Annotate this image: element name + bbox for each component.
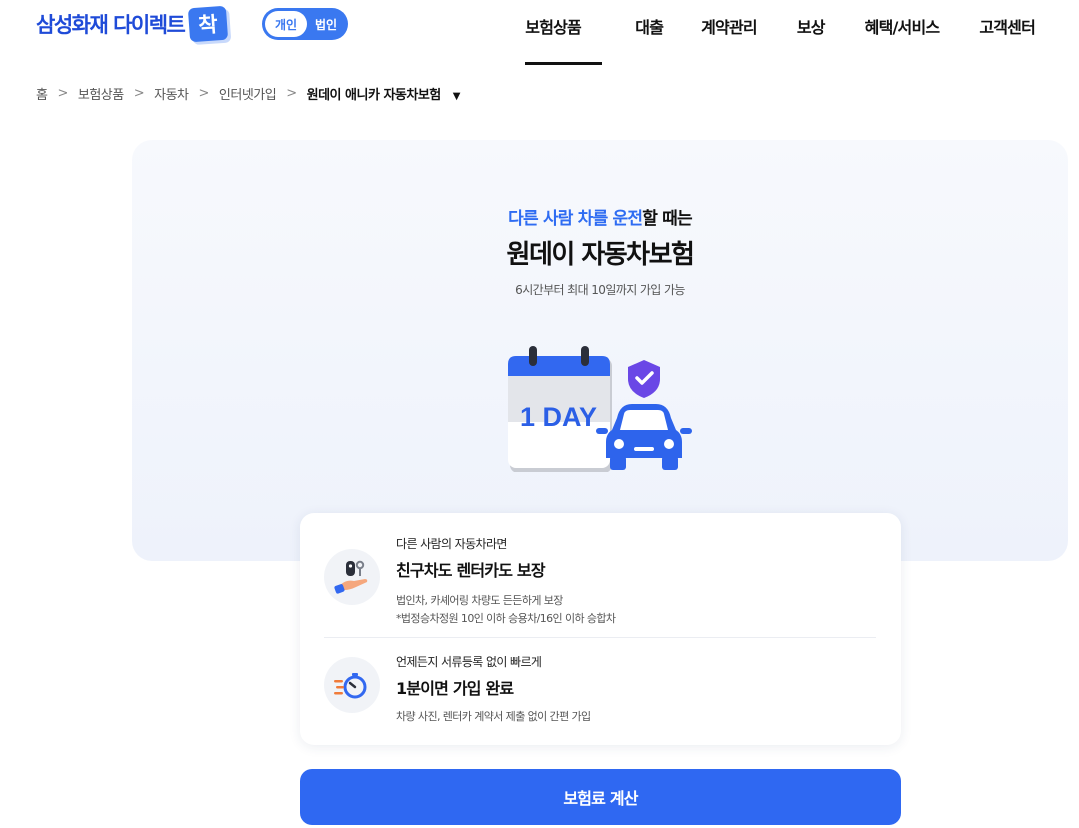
feature-caption: 다른 사람의 자동차라면 xyxy=(396,537,507,551)
page: 삼성화재 다이렉트 착 개인 법인 보험상품 대출 계약관리 보상 혜택/서비스… xyxy=(0,0,1079,828)
nav-customer-center[interactable]: 고객센터 xyxy=(979,0,1035,66)
one-day-calendar-car-illustration: 1 DAY xyxy=(508,346,692,472)
breadcrumb-separator: > xyxy=(133,86,145,101)
feature-text: 언제든지 서류등록 없이 빠르게 1분이면 가입 완료 차량 사진, 렌터카 계… xyxy=(396,653,591,726)
site-logo[interactable]: 삼성화재 다이렉트 착 xyxy=(36,5,229,43)
feature-item: 다른 사람의 자동차라면 친구차도 렌터카도 보장 법인차, 카셰어링 차량도 … xyxy=(324,535,876,638)
nav-benefits-services[interactable]: 혜택/서비스 xyxy=(865,0,940,66)
breadcrumb-insurance-products[interactable]: 보험상품 xyxy=(78,84,124,103)
breadcrumb-current[interactable]: 원데이 애니카 자동차보험 ▼ xyxy=(306,84,461,103)
breadcrumb-online-signup[interactable]: 인터넷가입 xyxy=(219,84,277,103)
feature-note: *법정승차정원 10인 이하 승용차/16인 이하 승합차 xyxy=(396,612,616,625)
breadcrumb-home[interactable]: 홈 xyxy=(36,84,48,103)
customer-type-toggle[interactable]: 개인 법인 xyxy=(262,8,348,40)
breadcrumb-separator: > xyxy=(57,86,68,101)
toggle-corporate[interactable]: 법인 xyxy=(307,16,345,33)
feature-item: 언제든지 서류등록 없이 빠르게 1분이면 가입 완료 차량 사진, 렌터카 계… xyxy=(324,653,876,733)
feature-caption: 언제든지 서류등록 없이 빠르게 xyxy=(396,655,542,669)
hero-subtitle-rest: 할 때는 xyxy=(642,209,692,229)
caret-down-icon: ▼ xyxy=(452,91,461,102)
feature-text: 다른 사람의 자동차라면 친구차도 렌터카도 보장 법인차, 카셰어링 차량도 … xyxy=(396,535,616,628)
hero-subtitle: 다른 사람 차를 운전할 때는 xyxy=(132,204,1068,229)
fast-timer-icon xyxy=(324,657,380,713)
feature-card: 다른 사람의 자동차라면 친구차도 렌터카도 보장 법인차, 카셰어링 차량도 … xyxy=(300,513,901,745)
calculate-premium-button[interactable]: 보험료 계산 xyxy=(300,769,901,825)
main-nav: 보험상품 대출 계약관리 보상 혜택/서비스 고객센터 xyxy=(525,0,1079,66)
feature-title: 1분이면 가입 완료 xyxy=(396,679,514,698)
nav-loan[interactable]: 대출 xyxy=(635,0,664,66)
breadcrumb-separator: > xyxy=(286,86,297,101)
car-key-hand-icon xyxy=(324,549,380,605)
toggle-personal[interactable]: 개인 xyxy=(265,11,307,37)
nav-insurance-products[interactable]: 보험상품 xyxy=(525,0,603,66)
nav-contract-management[interactable]: 계약관리 xyxy=(701,0,757,66)
feature-title: 친구차도 렌터카도 보장 xyxy=(396,561,546,580)
breadcrumb: 홈 > 보험상품 > 자동차 > 인터넷가입 > 원데이 애니카 자동차보험 ▼ xyxy=(36,84,461,103)
site-header: 삼성화재 다이렉트 착 개인 법인 보험상품 대출 계약관리 보상 혜택/서비스… xyxy=(0,0,1079,66)
logo-badge: 착 xyxy=(188,5,229,43)
calendar-icon: 1 DAY xyxy=(508,346,612,472)
feature-description: 차량 사진, 렌터카 계약서 제출 없이 간편 가입 xyxy=(396,710,591,723)
breadcrumb-car[interactable]: 자동차 xyxy=(154,84,189,103)
breadcrumb-separator: > xyxy=(198,86,210,101)
breadcrumb-current-label: 원데이 애니카 자동차보험 xyxy=(306,88,442,103)
hero-description: 6시간부터 최대 10일까지 가입 가능 xyxy=(515,283,685,297)
nav-claims[interactable]: 보상 xyxy=(797,0,826,66)
hero-title: 원데이 자동차보험 xyxy=(506,240,695,270)
hero-subtitle-highlight: 다른 사람 차를 운전 xyxy=(508,209,643,229)
one-day-label: 1 DAY xyxy=(520,402,597,432)
feature-description: 법인차, 카셰어링 차량도 든든하게 보장 *법정승차정원 10인 이하 승용차… xyxy=(396,592,616,628)
logo-text: 삼성화재 다이렉트 xyxy=(36,13,186,37)
shield-check-icon xyxy=(628,360,660,398)
feature-description-line: 법인차, 카셰어링 차량도 든든하게 보장 xyxy=(396,594,563,607)
hero-banner: 다른 사람 차를 운전할 때는 원데이 자동차보험 6시간부터 최대 10일까지… xyxy=(132,140,1068,561)
